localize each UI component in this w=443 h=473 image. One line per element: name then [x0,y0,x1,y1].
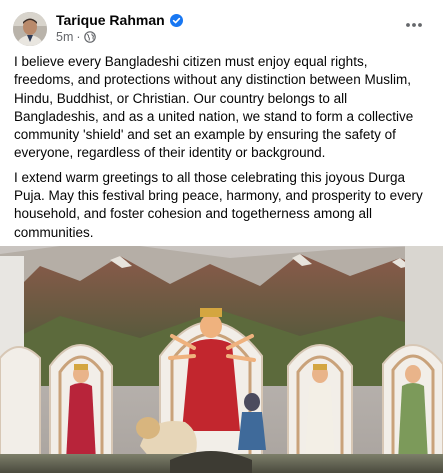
author-name[interactable]: Tarique Rahman [56,12,165,28]
post-photo[interactable] [0,246,443,473]
durga-puja-image [0,246,443,473]
post-paragraph: I believe every Bangladeshi citizen must… [14,54,414,161]
verified-badge-icon [169,13,183,27]
post-paragraph: I extend warm greetings to all those cel… [14,169,423,240]
meta-separator: · [76,30,81,44]
globe-icon[interactable] [83,31,96,43]
post-timestamp[interactable]: 5m [56,30,73,44]
post-header: Tarique Rahman 5m · [0,0,443,50]
post-card: Tarique Rahman 5m · I believe every Bang… [0,0,443,473]
author-row: Tarique Rahman [56,12,183,28]
avatar-image [13,12,47,46]
post-text: I believe every Bangladeshi citizen must… [14,53,430,248]
more-options-icon [406,23,422,27]
avatar[interactable] [13,12,47,46]
more-options-button[interactable] [403,14,425,36]
post-meta: 5m · [56,30,96,44]
